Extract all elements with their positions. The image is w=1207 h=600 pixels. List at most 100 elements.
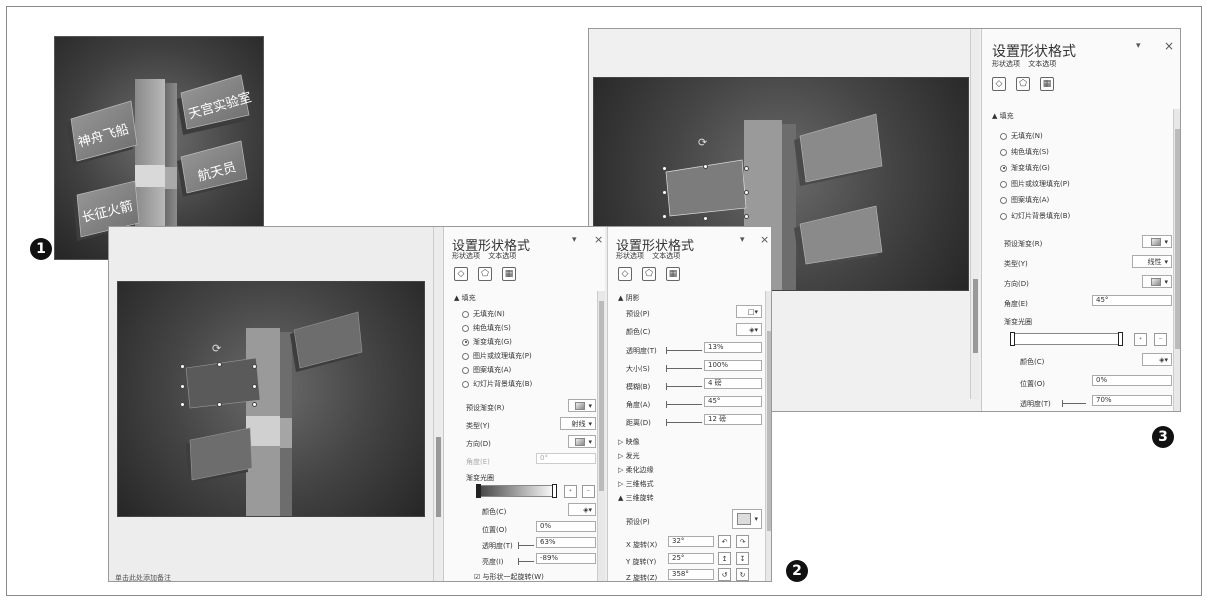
shadow-section-header[interactable]: ▲ 阴影 [618,293,640,303]
pane-menu-icon[interactable]: ▾ [572,235,577,245]
fill-line-icon[interactable]: ◇ [992,77,1006,91]
sel-handle[interactable] [703,216,708,221]
slide-scrollbar[interactable] [970,29,979,399]
rotate-with-shape-checkbox[interactable]: ☑ 与形状一起旋转(W) [474,572,544,581]
sel-handle[interactable] [744,166,749,171]
direction-dropdown[interactable]: ▾ [1142,275,1172,288]
rotate-right-button[interactable]: ↷ [736,535,749,548]
radio-background-fill[interactable]: 幻灯片背景填充(B) [1000,211,1070,221]
radio-background-fill[interactable]: 幻灯片背景填充(B) [462,379,532,389]
sel-handle[interactable] [180,402,185,407]
type-dropdown[interactable]: 线性 ▾ [1132,255,1172,268]
sel-handle[interactable] [662,214,667,219]
fill-section-header[interactable]: ▲ 填充 [992,111,1014,121]
tab-text-options[interactable]: 文本选项 [1028,60,1056,68]
sel-handle[interactable] [744,190,749,195]
sel-handle[interactable] [217,402,222,407]
radio-pattern-fill[interactable]: 图案填充(A) [1000,195,1049,205]
effects-icon[interactable]: ⬠ [642,267,656,281]
shadow-distance-field[interactable]: 12 磅 [704,414,762,425]
gradient-bar[interactable] [1012,333,1122,345]
radio-no-fill[interactable]: 无填充(N) [1000,131,1043,141]
size-properties-icon[interactable]: ▦ [502,267,516,281]
angle-field[interactable]: 45° [1092,295,1172,306]
transparency-field[interactable]: 70% [1092,395,1172,406]
close-icon[interactable]: × [760,233,769,246]
sel-handle[interactable] [703,164,708,169]
shadow-color-dropdown[interactable]: ◈▾ [736,323,762,336]
pane-scroll-thumb[interactable] [1175,129,1180,349]
tab-shape-options[interactable]: 形状选项 [452,252,480,260]
radio-solid-fill[interactable]: 纯色填充(S) [462,323,511,333]
sel-handle[interactable] [252,364,257,369]
add-stop-button[interactable]: ⁺ [1134,333,1147,346]
sel-handle[interactable] [252,402,257,407]
pane-scrollbar[interactable] [1173,109,1180,411]
fill-line-icon[interactable]: ◇ [618,267,632,281]
shadow-blur-slider[interactable] [666,383,702,390]
gradient-stop[interactable] [1010,332,1015,346]
transparency-field[interactable]: 63% [536,537,596,548]
slide-scrollbar[interactable] [433,227,442,581]
tab-shape-options[interactable]: 形状选项 [992,60,1020,68]
rotate-handle-icon[interactable]: ⟳ [212,342,221,355]
position-field[interactable]: 0% [536,521,596,532]
remove-stop-button[interactable]: ⁻ [1154,333,1167,346]
position-field[interactable]: 0% [1092,375,1172,386]
sel-handle[interactable] [252,384,257,389]
close-icon[interactable]: × [1164,39,1174,53]
y-rotation-field[interactable]: 25° [668,553,714,564]
size-properties-icon[interactable]: ▦ [1040,77,1054,91]
sel-handle[interactable] [744,214,749,219]
rotate-down-button[interactable]: ↧ [736,552,749,565]
glow-section[interactable]: ▷ 发光 [618,451,640,461]
rotate-cw-button[interactable]: ↻ [736,568,749,581]
rotate-left-button[interactable]: ↶ [718,535,731,548]
angle-field[interactable]: 0° [536,453,596,464]
shadow-size-field[interactable]: 100% [704,360,762,371]
sel-handle[interactable] [662,166,667,171]
shadow-angle-field[interactable]: 45° [704,396,762,407]
effects-icon[interactable]: ⬠ [478,267,492,281]
pane-menu-icon[interactable]: ▾ [740,235,745,245]
slide-scroll-thumb[interactable] [973,279,978,353]
reflection-section[interactable]: ▷ 映像 [618,437,640,447]
color-dropdown[interactable]: ◈▾ [568,503,596,516]
shadow-size-slider[interactable] [666,365,702,372]
soft-edges-section[interactable]: ▷ 柔化边缘 [618,465,654,475]
direction-dropdown[interactable]: ▾ [568,435,596,448]
shadow-transparency-slider[interactable] [666,347,702,354]
remove-stop-button[interactable]: ⁻ [582,485,595,498]
tab-shape-options[interactable]: 形状选项 [616,252,644,260]
pane-scrollbar[interactable] [597,291,605,581]
radio-picture-fill[interactable]: 图片或纹理填充(P) [462,351,532,361]
preset-gradient-dropdown[interactable]: ▾ [1142,235,1172,248]
gradient-stop[interactable] [476,484,481,498]
effects-icon[interactable]: ⬠ [1016,77,1030,91]
shadow-angle-slider[interactable] [666,401,702,408]
radio-gradient-fill[interactable]: 渐变填充(G) [1000,163,1050,173]
sel-handle[interactable] [662,190,667,195]
radio-no-fill[interactable]: 无填充(N) [462,309,505,319]
pane-scroll-thumb[interactable] [599,301,604,491]
gradient-bar[interactable] [478,485,556,497]
rotate-handle-icon[interactable]: ⟳ [698,136,707,149]
shadow-blur-field[interactable]: 4 磅 [704,378,762,389]
sel-handle[interactable] [180,384,185,389]
brightness-slider[interactable] [518,558,534,565]
pane-menu-icon[interactable]: ▾ [1136,41,1141,51]
add-stop-button[interactable]: ⁺ [564,485,577,498]
shadow-transparency-field[interactable]: 13% [704,342,762,353]
radio-gradient-fill[interactable]: 渐变填充(G) [462,337,512,347]
z-rotation-field[interactable]: 358° [668,569,714,580]
transparency-slider[interactable] [518,542,534,549]
type-dropdown[interactable]: 射线 ▾ [560,417,596,430]
3d-rotation-section[interactable]: ▲ 三维旋转 [618,493,654,503]
close-icon[interactable]: × [594,233,603,246]
pane-scrollbar[interactable] [765,291,771,581]
rotate-up-button[interactable]: ↥ [718,552,731,565]
gradient-stop[interactable] [1118,332,1123,346]
fill-line-icon[interactable]: ◇ [454,267,468,281]
rotate-ccw-button[interactable]: ↺ [718,568,731,581]
radio-picture-fill[interactable]: 图片或纹理填充(P) [1000,179,1070,189]
